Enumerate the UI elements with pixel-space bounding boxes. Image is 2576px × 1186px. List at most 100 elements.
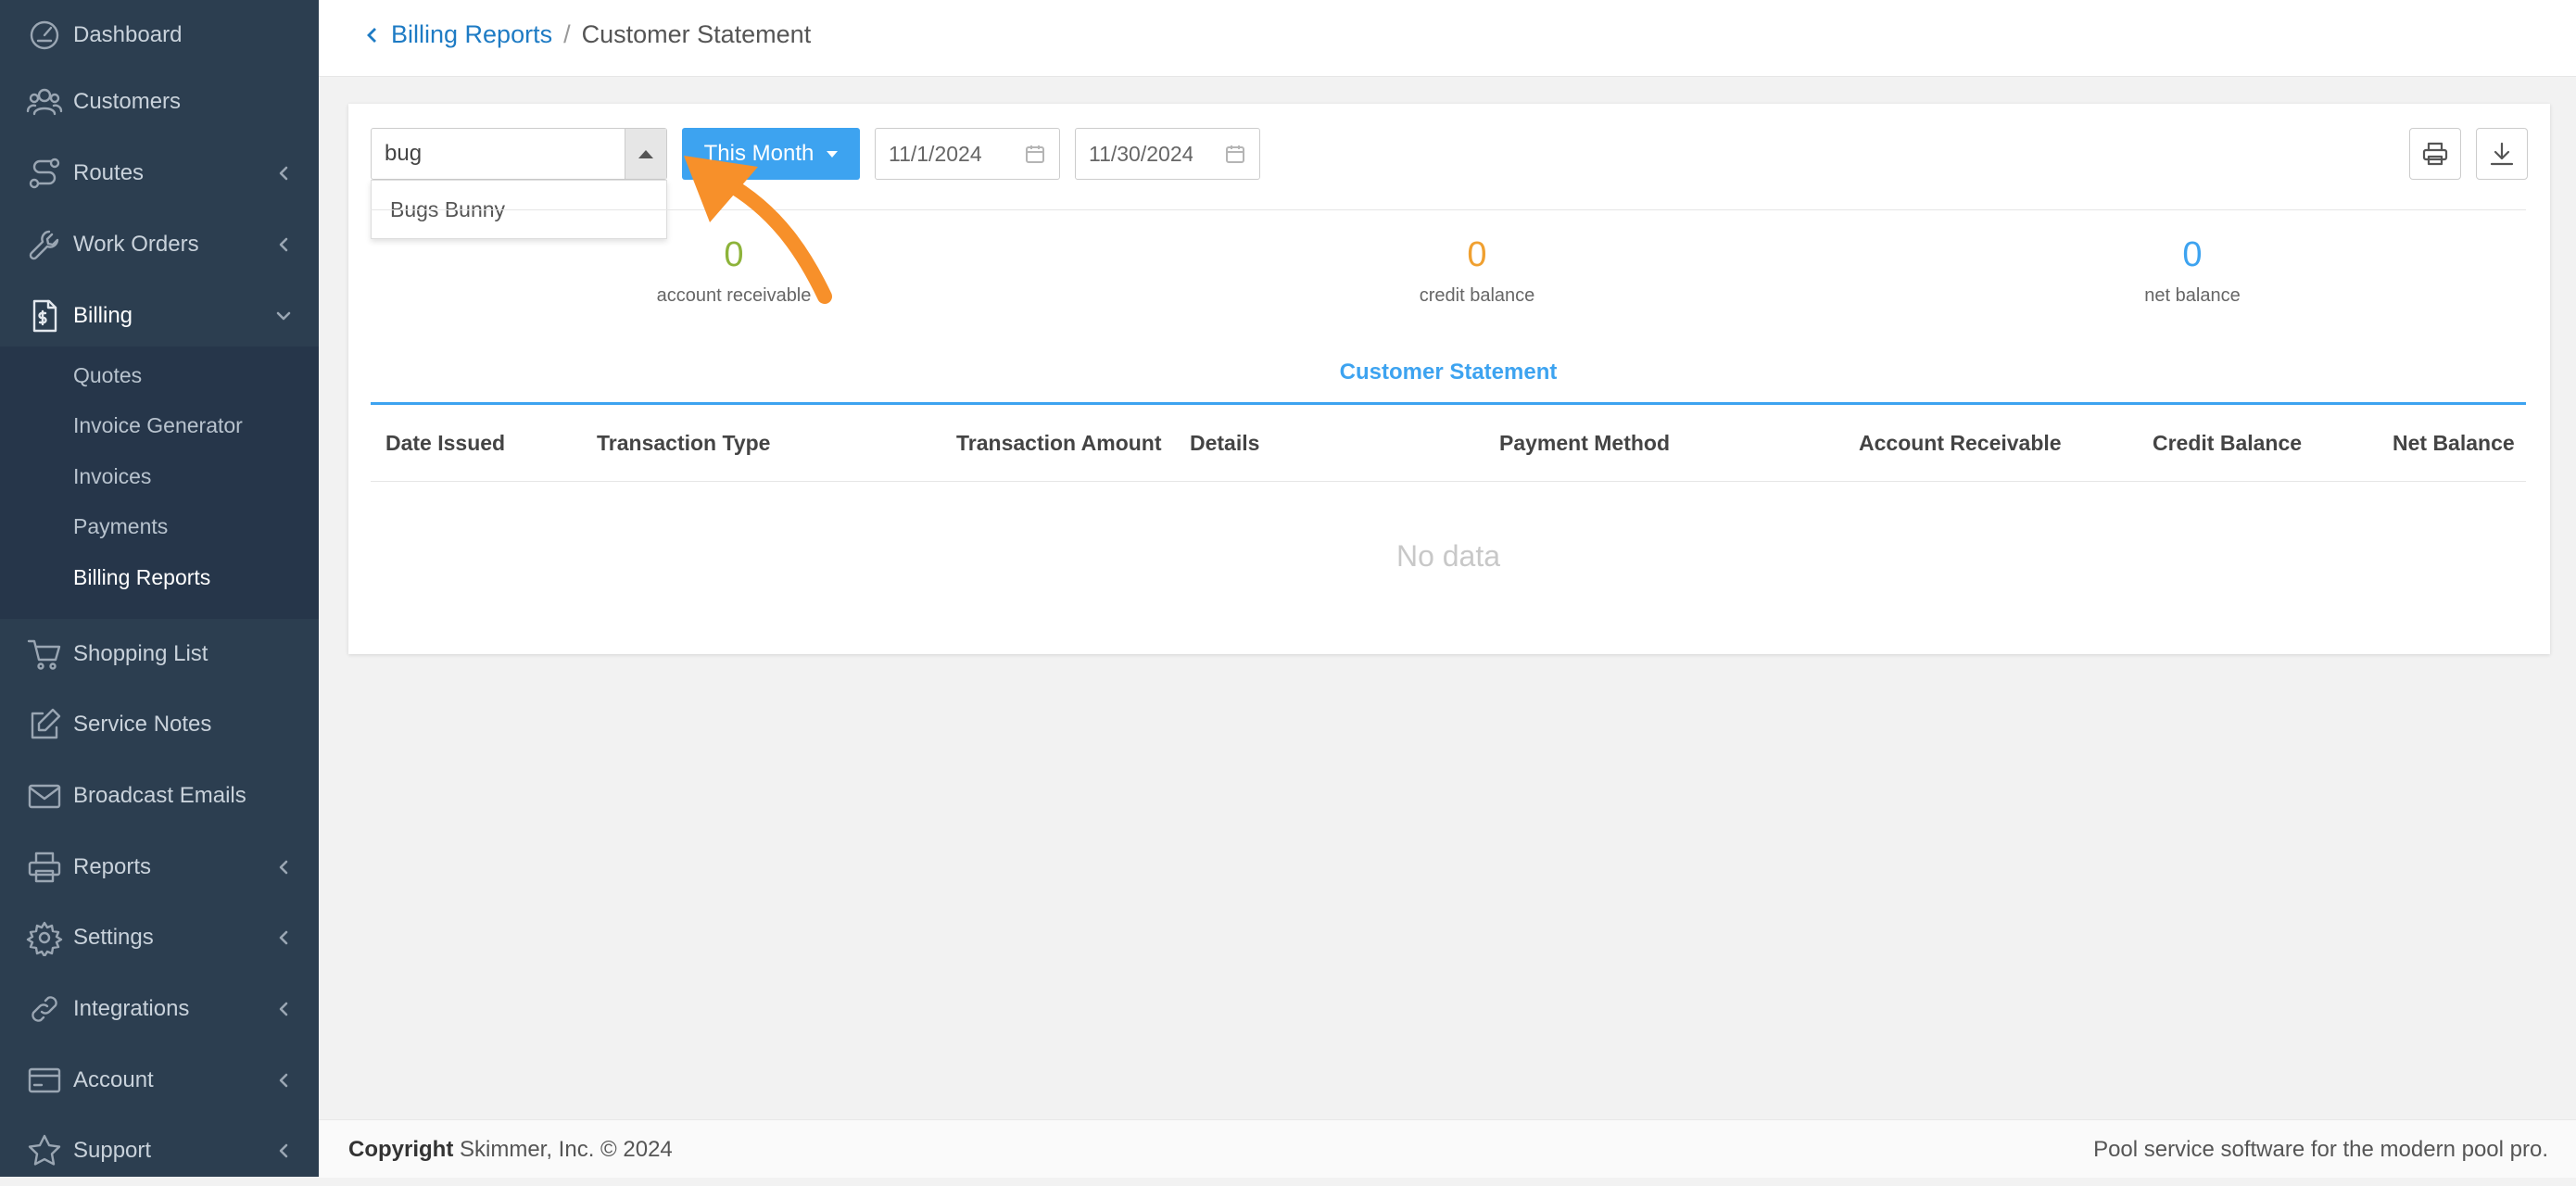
statement-tab[interactable]: Customer Statement xyxy=(371,360,2526,385)
nav-label: Dashboard xyxy=(73,22,183,47)
column-header[interactable]: Transaction Amount xyxy=(956,431,1162,456)
statement-card: Bugs Bunny This Month 0 account receivab… xyxy=(348,104,2550,654)
chevron-down-icon xyxy=(274,307,293,325)
breadcrumb-current: Customer Statement xyxy=(581,20,812,48)
end-date-field[interactable] xyxy=(1075,128,1260,180)
printer-icon xyxy=(2422,142,2448,166)
mail-icon xyxy=(26,777,63,814)
empty-state: No data xyxy=(1395,539,1501,573)
net-balance-label: net balance xyxy=(2144,285,2241,306)
nav-account[interactable]: Account xyxy=(0,1045,319,1116)
credit-balance-label: credit balance xyxy=(1419,285,1535,306)
copyright-rest: Skimmer, Inc. © 2024 xyxy=(453,1137,673,1162)
download-icon xyxy=(2490,142,2514,166)
nav-label: Reports xyxy=(73,854,152,879)
nav-label: Customers xyxy=(73,89,182,114)
net-balance-stat: 0 net balance xyxy=(2007,235,2378,307)
download-button[interactable] xyxy=(2476,128,2528,180)
breadcrumb: Billing Reports / Customer Statement xyxy=(363,20,811,49)
nav-customers[interactable]: Customers xyxy=(0,67,319,137)
wrench-icon xyxy=(26,226,63,263)
nav-settings[interactable]: Settings xyxy=(0,902,319,973)
nav-label: Work Orders xyxy=(73,232,199,257)
column-header[interactable]: Transaction Type xyxy=(597,431,770,456)
nav-label: Billing xyxy=(73,303,133,328)
printer-icon xyxy=(26,849,63,886)
select-toggle-button[interactable] xyxy=(625,129,666,179)
nav-label: Routes xyxy=(73,160,145,185)
link-icon xyxy=(26,990,63,1028)
customer-select[interactable] xyxy=(371,128,667,180)
breadcrumb-parent[interactable]: Billing Reports xyxy=(391,20,552,49)
chevron-left-icon xyxy=(274,858,293,877)
nav-integrations[interactable]: Integrations xyxy=(0,974,319,1044)
calendar-icon[interactable] xyxy=(1024,143,1046,165)
period-label: This Month xyxy=(703,141,814,166)
start-date-field[interactable] xyxy=(875,128,1060,180)
column-header[interactable]: Account Receivable xyxy=(1859,431,2062,456)
nav-dashboard[interactable]: Dashboard xyxy=(0,0,319,70)
subnav-payments[interactable]: Payments xyxy=(73,514,168,539)
start-date-input[interactable] xyxy=(876,129,1005,179)
copyright-bold: Copyright xyxy=(348,1137,454,1162)
sidebar: Dashboard Customers Routes Work Orders B… xyxy=(0,0,319,1177)
billing-submenu: Quotes Invoice Generator Invoices Paymen… xyxy=(0,347,319,619)
nav-work-orders[interactable]: Work Orders xyxy=(0,209,319,280)
nav-label: Shopping List xyxy=(73,641,208,666)
chevron-left-icon xyxy=(274,164,293,183)
copyright-text: Copyright Skimmer, Inc. © 2024 xyxy=(348,1137,673,1163)
edit-icon xyxy=(26,706,63,743)
breadcrumb-back-link[interactable]: Billing Reports xyxy=(363,20,552,49)
calendar-icon[interactable] xyxy=(1224,143,1246,165)
nav-routes[interactable]: Routes xyxy=(0,138,319,208)
table-header: Date Issued Transaction Type Transaction… xyxy=(371,405,2526,482)
subnav-billing-reports[interactable]: Billing Reports xyxy=(73,565,210,590)
subnav-invoice-generator[interactable]: Invoice Generator xyxy=(73,413,243,438)
customers-icon xyxy=(26,83,63,120)
account-receivable-value: 0 xyxy=(724,235,744,274)
credit-balance-stat: 0 credit balance xyxy=(1292,235,1662,307)
chevron-left-icon xyxy=(274,1071,293,1090)
routes-icon xyxy=(26,155,63,192)
caret-down-icon xyxy=(827,150,839,158)
nav-label: Service Notes xyxy=(73,712,212,737)
footer-tagline: Pool service software for the modern poo… xyxy=(2093,1137,2548,1162)
nav-label: Account xyxy=(73,1067,154,1092)
chevron-left-icon xyxy=(274,1142,293,1160)
print-button[interactable] xyxy=(2409,128,2461,180)
end-date-input[interactable] xyxy=(1076,129,1206,179)
breadcrumb-separator: / xyxy=(563,20,571,48)
column-header[interactable]: Payment Method xyxy=(1499,431,1670,456)
customer-search-input[interactable] xyxy=(372,129,612,179)
nav-billing[interactable]: Billing xyxy=(0,281,319,351)
nav-support[interactable]: Support xyxy=(0,1116,319,1186)
period-dropdown-button[interactable]: This Month xyxy=(682,128,860,180)
nav-service-notes[interactable]: Service Notes xyxy=(0,689,319,760)
column-header[interactable]: Credit Balance xyxy=(2153,431,2302,456)
chevron-left-icon xyxy=(274,928,293,947)
nav-shopping-list[interactable]: Shopping List xyxy=(0,619,319,689)
subnav-quotes[interactable]: Quotes xyxy=(73,363,142,388)
divider xyxy=(371,209,2526,210)
nav-label: Broadcast Emails xyxy=(73,783,246,808)
card-icon xyxy=(26,1062,63,1099)
star-icon xyxy=(26,1132,63,1169)
caret-up-icon xyxy=(638,149,653,158)
cart-icon xyxy=(26,636,63,673)
gear-icon xyxy=(26,919,63,958)
column-header[interactable]: Date Issued xyxy=(385,431,505,456)
nav-broadcast-emails[interactable]: Broadcast Emails xyxy=(0,761,319,831)
credit-balance-value: 0 xyxy=(1467,235,1487,274)
column-header[interactable]: Net Balance xyxy=(2393,431,2515,456)
chevron-left-icon xyxy=(274,235,293,254)
dashboard-icon xyxy=(26,17,63,54)
nav-label: Support xyxy=(73,1138,152,1163)
column-header[interactable]: Details xyxy=(1190,431,1259,456)
nav-label: Integrations xyxy=(73,996,190,1021)
nav-reports[interactable]: Reports xyxy=(0,832,319,902)
subnav-invoices[interactable]: Invoices xyxy=(73,464,151,489)
account-receivable-stat: 0 account receivable xyxy=(549,235,919,307)
nav-label: Settings xyxy=(73,925,154,950)
chevron-left-icon xyxy=(367,27,376,43)
net-balance-value: 0 xyxy=(2182,235,2203,274)
